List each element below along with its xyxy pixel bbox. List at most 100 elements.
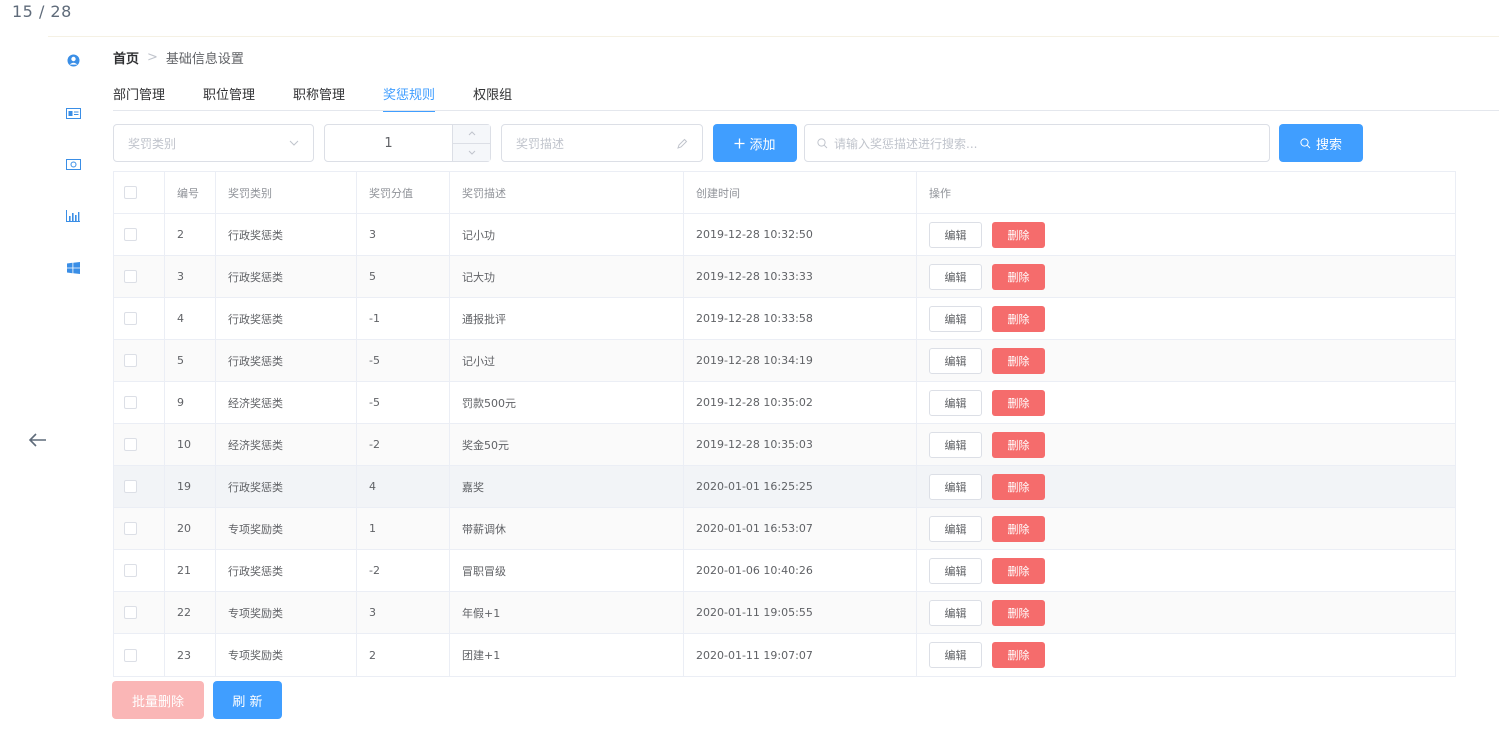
tab-reward-rules[interactable]: 奖惩规则 [383,78,436,112]
row-checkbox[interactable] [124,354,137,367]
user-circle-icon[interactable] [65,52,81,68]
batch-delete-button[interactable]: 批量删除 [112,681,204,719]
header-id: 编号 [165,172,216,213]
cell-desc: 罚款500元 [450,382,684,423]
tab-position[interactable]: 职位管理 [203,78,255,112]
delete-button[interactable]: 删除 [992,347,1045,374]
row-checkbox[interactable] [124,270,137,283]
row-checkbox[interactable] [124,438,137,451]
cell-time: 2020-01-11 19:05:55 [684,592,917,633]
select-all-checkbox[interactable] [124,186,137,199]
reward-rules-table: 编号 奖罚类别 奖罚分值 奖罚描述 创建时间 操作 2 行政奖惩类 3 记小功 2019… [113,171,1456,677]
cell-time: 2020-01-01 16:25:25 [684,466,917,507]
edit-button[interactable]: 编辑 [929,263,982,290]
windows-icon[interactable] [65,260,81,276]
cell-actions: 编辑 删除 [917,340,1455,381]
row-checkbox[interactable] [124,648,137,662]
reward-type-select[interactable]: 奖罚类别 [113,124,314,162]
row-checkbox[interactable] [124,312,137,325]
increment-icon[interactable] [453,125,490,144]
delete-button[interactable]: 删除 [992,305,1045,332]
add-button[interactable]: 添加 [713,124,797,162]
search-icon [1300,137,1311,148]
row-checkbox[interactable] [124,480,137,493]
cell-type: 经济奖惩类 [216,382,357,423]
delete-button[interactable]: 删除 [992,473,1045,500]
decrement-icon[interactable] [453,143,490,161]
edit-button[interactable]: 编辑 [929,515,982,542]
delete-button[interactable]: 删除 [992,599,1045,626]
search-button[interactable]: 搜索 [1279,124,1363,162]
delete-button[interactable]: 删除 [992,557,1045,584]
score-value[interactable]: 1 [325,136,452,151]
cell-type: 经济奖惩类 [216,424,357,465]
score-stepper[interactable]: 1 [324,124,491,162]
search-input[interactable]: 请输入奖惩描述进行搜索... [804,124,1270,162]
cell-type: 专项奖励类 [216,634,357,676]
edit-button[interactable]: 编辑 [929,599,982,626]
cell-id: 23 [165,634,216,676]
cell-actions: 编辑 删除 [917,550,1455,591]
tab-permission-group[interactable]: 权限组 [473,78,512,112]
cell-type: 专项奖励类 [216,592,357,633]
cell-type: 行政奖惩类 [216,298,357,339]
cell-score: 2 [357,634,450,676]
delete-button[interactable]: 删除 [992,389,1045,416]
row-select-cell [114,634,165,676]
delete-button[interactable]: 删除 [992,431,1045,458]
edit-button[interactable]: 编辑 [929,221,982,248]
edit-button[interactable]: 编辑 [929,347,982,374]
delete-button[interactable]: 删除 [992,515,1045,542]
cell-type: 行政奖惩类 [216,550,357,591]
cell-time: 2019-12-28 10:33:58 [684,298,917,339]
edit-button[interactable]: 编辑 [929,557,982,584]
row-checkbox[interactable] [124,522,137,535]
refresh-button[interactable]: 刷 新 [213,681,282,719]
cell-id: 19 [165,466,216,507]
table-body: 2 行政奖惩类 3 记小功 2019-12-28 10:32:50 编辑 删除 3 行政奖惩类 5… [114,214,1455,676]
cell-desc: 通报批评 [450,298,684,339]
cell-score: -5 [357,340,450,381]
table-row: 19 行政奖惩类 4 嘉奖 2020-01-01 16:25:25 编辑 删除 [114,466,1455,508]
reward-type-placeholder: 奖罚类别 [128,136,177,151]
table-row: 9 经济奖惩类 -5 罚款500元 2019-12-28 10:35:02 编辑 删除 [114,382,1455,424]
edit-button[interactable]: 编辑 [929,389,982,416]
cell-desc: 记大功 [450,256,684,297]
search-button-label: 搜索 [1315,137,1342,153]
tab-title[interactable]: 职称管理 [293,78,345,112]
select-all-cell [114,172,165,213]
edit-button[interactable]: 编辑 [929,642,982,668]
row-checkbox[interactable] [124,228,137,241]
row-checkbox[interactable] [124,564,137,577]
cell-actions: 编辑 删除 [917,592,1455,633]
table-row: 21 行政奖惩类 -2 冒职冒级 2020-01-06 10:40:26 编辑 删除 [114,550,1455,592]
cell-time: 2019-12-28 10:32:50 [684,214,917,255]
edit-button[interactable]: 编辑 [929,473,982,500]
tab-department[interactable]: 部门管理 [113,78,165,112]
delete-button[interactable]: 删除 [992,221,1045,248]
table-row: 3 行政奖惩类 5 记大功 2019-12-28 10:33:33 编辑 删除 [114,256,1455,298]
cell-actions: 编辑 删除 [917,508,1455,549]
page-counter: 15 / 28 [12,2,72,21]
delete-button[interactable]: 删除 [992,263,1045,290]
back-arrow-icon[interactable] [24,426,52,454]
cell-score: 3 [357,214,450,255]
plus-icon [734,138,745,148]
edit-button[interactable]: 编辑 [929,305,982,332]
cell-score: 5 [357,256,450,297]
edit-button[interactable]: 编辑 [929,431,982,458]
reward-desc-input[interactable]: 奖罚描述 [501,124,703,162]
delete-button[interactable]: 删除 [992,642,1045,668]
row-select-cell [114,382,165,423]
money-icon[interactable] [65,156,81,172]
search-icon [817,137,828,148]
row-checkbox[interactable] [124,396,137,409]
cell-type: 行政奖惩类 [216,256,357,297]
row-checkbox[interactable] [124,606,137,619]
cell-score: 3 [357,592,450,633]
bar-chart-icon[interactable] [65,208,81,224]
table-row: 2 行政奖惩类 3 记小功 2019-12-28 10:32:50 编辑 删除 [114,214,1455,256]
stepper-arrows [452,125,490,161]
breadcrumb-home[interactable]: 首页 [113,48,139,67]
id-card-icon[interactable] [65,105,81,121]
